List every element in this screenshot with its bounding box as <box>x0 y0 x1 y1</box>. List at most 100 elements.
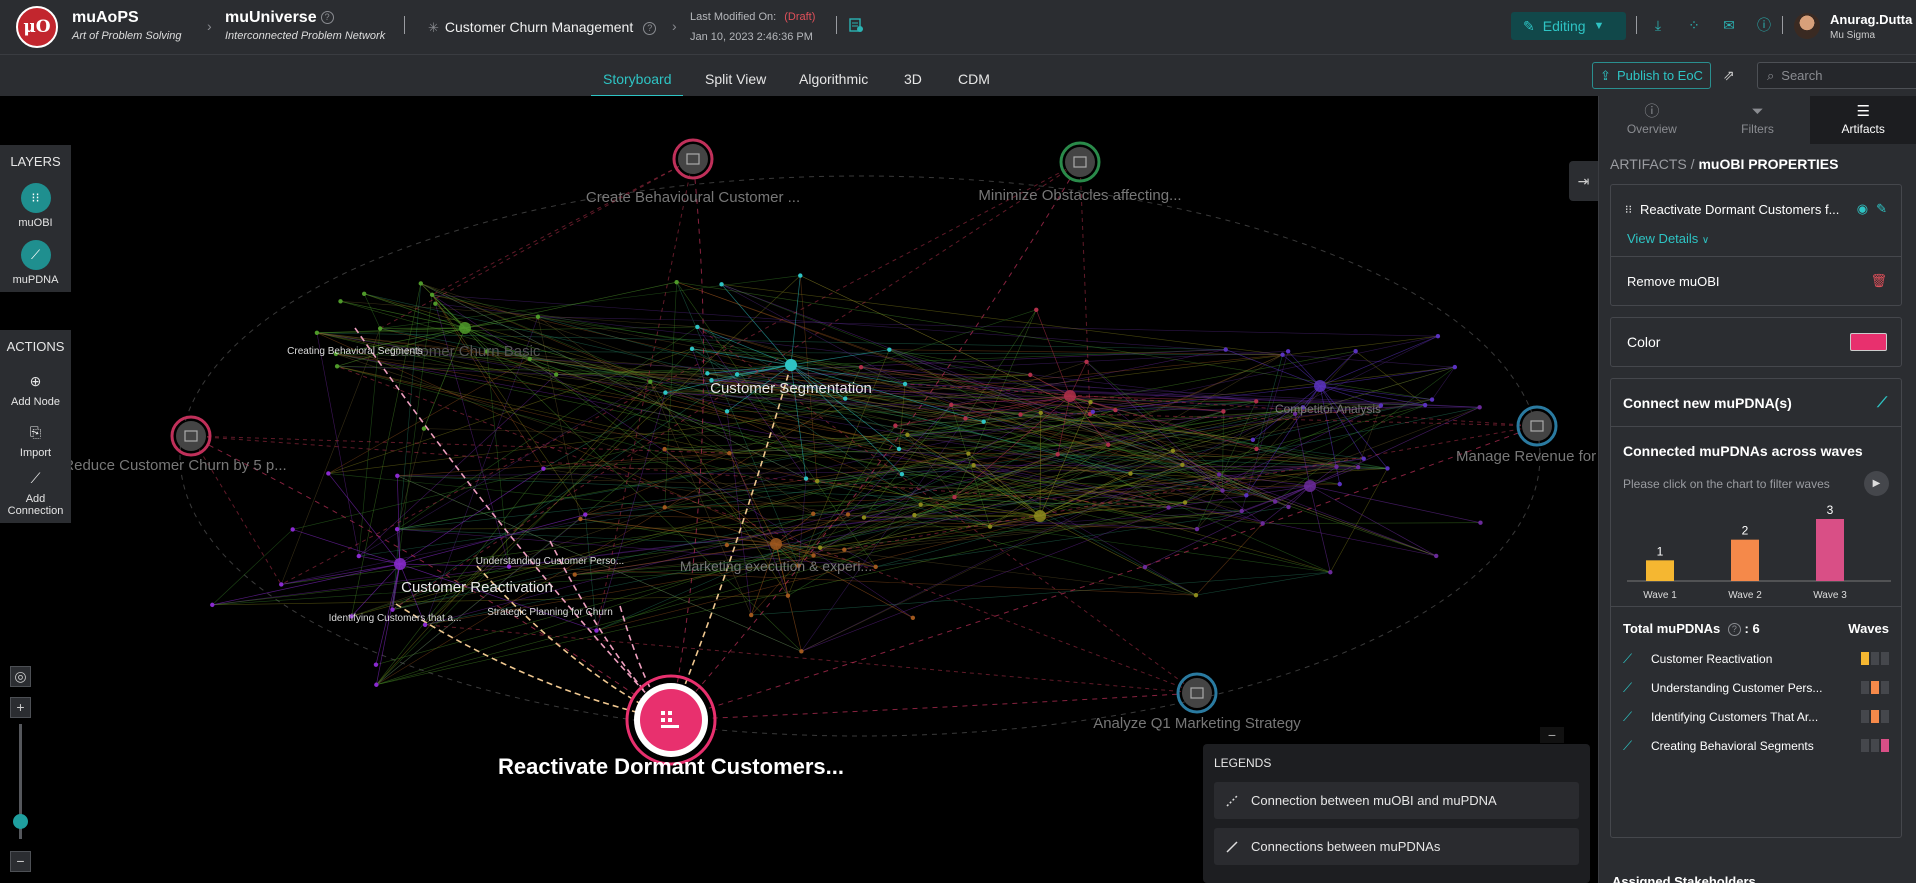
pdna-node[interactable] <box>1180 462 1185 468</box>
pdna-node[interactable] <box>724 542 730 548</box>
tab-artifacts[interactable]: ☰ Artifacts <box>1810 96 1916 144</box>
pdna-node[interactable] <box>705 371 710 376</box>
pdna-node[interactable] <box>689 346 695 351</box>
layer-mupdna[interactable]: ⟋ muPDNA <box>0 235 71 292</box>
pdna-node[interactable] <box>1034 307 1039 312</box>
hub-node[interactable] <box>770 538 782 550</box>
help-icon[interactable]: ? <box>320 11 334 25</box>
pdna-node[interactable] <box>1478 520 1483 525</box>
pdna-node[interactable] <box>845 512 851 517</box>
pdna-node[interactable] <box>695 324 700 330</box>
pdna-node[interactable] <box>1084 359 1089 364</box>
pdna-node[interactable] <box>803 476 809 481</box>
pdna-node[interactable] <box>279 582 284 587</box>
pdna-node[interactable] <box>966 451 971 456</box>
wave-bar[interactable] <box>1646 560 1674 581</box>
pdna-list-item[interactable]: ⟋ Customer Reactivation <box>1611 644 1901 673</box>
pdna-node[interactable] <box>1088 399 1093 405</box>
pdna-node[interactable] <box>811 553 816 558</box>
pdna-node[interactable] <box>674 279 679 285</box>
help-icon[interactable]: ⓘ <box>1756 17 1772 33</box>
hub-node[interactable] <box>785 359 797 371</box>
notes-icon[interactable] <box>848 17 864 33</box>
pdna-node[interactable] <box>1216 472 1222 477</box>
share-icon[interactable]: ⇗ <box>1723 67 1735 84</box>
pdna-node[interactable] <box>1260 521 1265 526</box>
pdna-node[interactable] <box>361 291 367 297</box>
tab-filters[interactable]: ⏷ Filters <box>1705 96 1811 144</box>
pdna-node[interactable] <box>1429 397 1435 402</box>
pdna-node[interactable] <box>798 273 803 278</box>
pdna-node[interactable] <box>390 607 395 612</box>
pdna-node[interactable] <box>1170 448 1176 454</box>
pdna-node[interactable] <box>578 516 583 522</box>
add-node-button[interactable]: ⊕ Add Node <box>0 363 71 414</box>
pdna-node[interactable] <box>377 326 383 331</box>
pdna-node[interactable] <box>541 466 546 471</box>
hub-node[interactable] <box>459 322 471 334</box>
tab-storyboard[interactable]: Storyboard <box>590 71 685 97</box>
play-icon[interactable]: ▶ <box>1864 471 1889 496</box>
pdna-node[interactable] <box>395 473 400 478</box>
pdna-node[interactable] <box>662 446 667 452</box>
pdna-node[interactable] <box>326 471 331 476</box>
pdna-node[interactable] <box>1355 465 1361 470</box>
pdna-node[interactable] <box>749 612 754 618</box>
pdna-node[interactable] <box>663 390 668 395</box>
pdna-node[interactable] <box>1272 499 1278 504</box>
hub-node[interactable] <box>394 558 406 570</box>
pdna-node[interactable] <box>724 409 730 414</box>
pdna-node[interactable] <box>1128 471 1133 476</box>
wave-bar[interactable] <box>1731 539 1759 581</box>
pdna-node[interactable] <box>1113 407 1118 413</box>
user-menu[interactable]: Anurag.Dutta Mu Sigma <box>1830 12 1912 41</box>
pdna-node[interactable] <box>648 379 653 384</box>
pdna-node[interactable] <box>971 463 976 468</box>
pdna-node[interactable] <box>1193 592 1199 598</box>
app-logo[interactable]: μO <box>16 6 58 48</box>
pdna-node[interactable] <box>1361 456 1366 461</box>
pdna-node[interactable] <box>1285 349 1291 354</box>
pdna-node[interactable] <box>429 292 435 298</box>
pdna-node[interactable] <box>896 446 902 452</box>
pdna-list-item[interactable]: ⟋ Identifying Customers That Ar... <box>1611 702 1901 731</box>
pdna-node[interactable] <box>873 564 878 570</box>
comment-icon[interactable]: ✉ <box>1721 17 1737 33</box>
selected-objective-node[interactable] <box>625 674 717 766</box>
pdna-node[interactable] <box>594 628 599 633</box>
mode-dropdown[interactable]: ✎ Editing ▼ <box>1511 12 1626 40</box>
tab-3d[interactable]: 3D <box>904 71 922 87</box>
pdna-node[interactable] <box>583 512 588 517</box>
pdna-node[interactable] <box>893 423 898 428</box>
pdna-node[interactable] <box>1353 349 1358 354</box>
zoom-slider-handle[interactable] <box>13 814 28 829</box>
pdna-node[interactable] <box>290 527 295 532</box>
pdna-node[interactable] <box>858 364 864 370</box>
pdna-node[interactable] <box>334 364 340 369</box>
pdna-node[interactable] <box>1254 446 1259 452</box>
pdna-node[interactable] <box>1422 402 1428 408</box>
zoom-in-button[interactable]: + <box>10 697 31 718</box>
pdna-node[interactable] <box>861 515 867 520</box>
pdna-node[interactable] <box>662 505 667 510</box>
pdna-node[interactable] <box>1223 347 1228 352</box>
pdna-node[interactable] <box>899 472 905 477</box>
pdna-node[interactable] <box>1055 452 1060 457</box>
help-icon[interactable]: ? <box>1727 623 1741 637</box>
pdna-node[interactable] <box>952 494 957 500</box>
hub-node[interactable] <box>1304 480 1316 492</box>
pdna-node[interactable] <box>553 372 559 377</box>
color-swatch[interactable] <box>1850 333 1887 351</box>
pdna-node[interactable] <box>535 314 541 319</box>
pdna-node[interactable] <box>1106 442 1111 447</box>
pdna-node[interactable] <box>1182 500 1188 505</box>
pdna-node[interactable] <box>1038 410 1043 416</box>
pdna-node[interactable] <box>949 402 954 408</box>
hub-node[interactable] <box>1314 380 1326 392</box>
pdna-node[interactable] <box>1244 493 1249 498</box>
pdna-node[interactable] <box>902 381 908 387</box>
layer-muobi[interactable]: ⁝⁝ muOBI <box>0 178 71 235</box>
pdna-node[interactable] <box>1337 481 1342 487</box>
pdna-node[interactable] <box>842 547 847 552</box>
pdna-node[interactable] <box>210 602 215 608</box>
